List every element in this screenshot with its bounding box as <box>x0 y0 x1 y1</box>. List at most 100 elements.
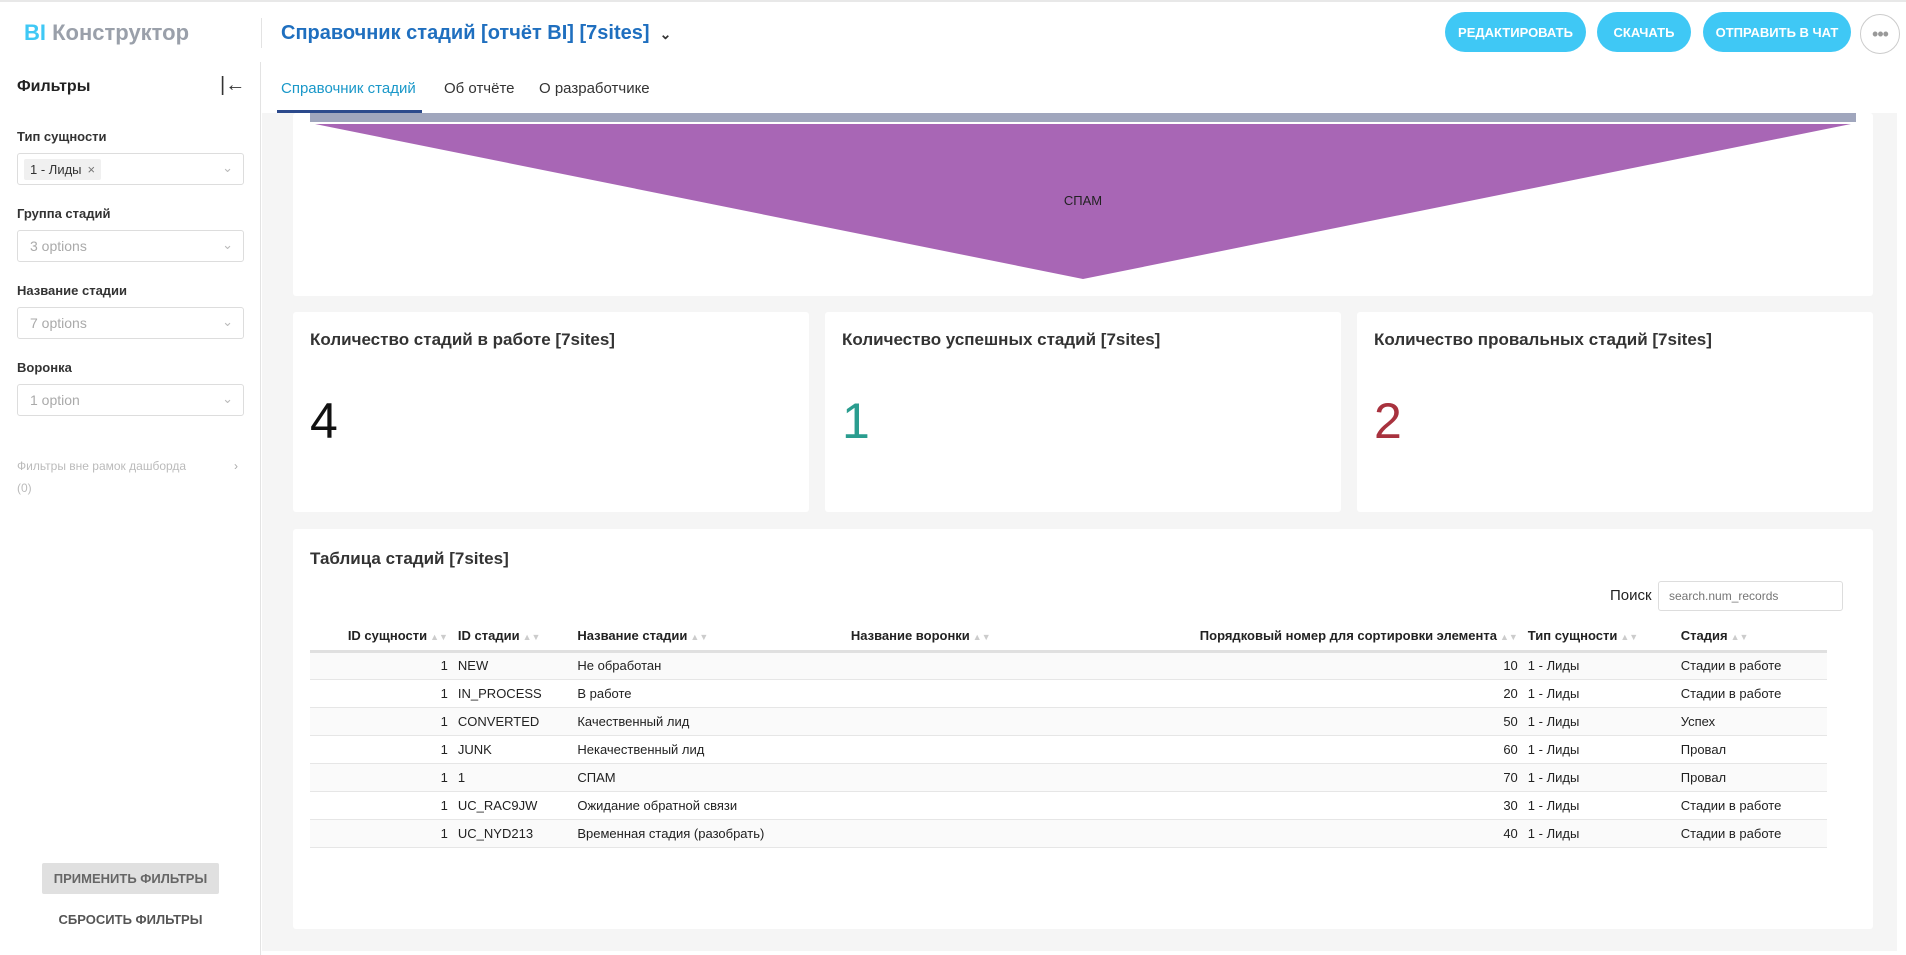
sort-icon[interactable]: ▲▼ <box>523 632 541 642</box>
reset-filters-button[interactable]: СБРОСИТЬ ФИЛЬТРЫ <box>42 912 219 927</box>
table-cell: Ожидание обратной связи <box>572 791 846 820</box>
column-header[interactable]: Порядковый номер для сортировки элемента… <box>1143 621 1523 653</box>
apply-filters-button[interactable]: ПРИМЕНИТЬ ФИЛЬТРЫ <box>42 863 219 894</box>
collapse-sidebar-icon[interactable]: |← <box>220 74 245 97</box>
table-cell: CONVERTED <box>452 707 573 736</box>
chevron-right-icon: › <box>234 459 238 473</box>
table-cell: JUNK <box>452 735 573 764</box>
sort-icon[interactable]: ▲▼ <box>1620 632 1638 642</box>
table-row: 1 UC_NYD213 Временная стадия (разобрать) 40… <box>310 819 1827 848</box>
edit-button[interactable]: РЕДАКТИРОВАТЬ <box>1445 12 1586 52</box>
table-cell: Стадии в работе <box>1675 651 1827 680</box>
divider <box>261 18 262 48</box>
kpi-title: Количество стадий в работе [7sites] <box>310 330 615 349</box>
kpi-value: 4 <box>310 393 338 449</box>
filter-label: Воронка <box>17 360 72 375</box>
chevron-down-icon: ⌄ <box>222 314 233 329</box>
sort-icon[interactable]: ▲▼ <box>1731 632 1749 642</box>
table-cell: NEW <box>452 651 573 680</box>
tab-about-report[interactable]: Об отчёте <box>444 80 515 97</box>
table-cell: 1 - Лиды <box>1522 651 1676 680</box>
more-icon[interactable]: ••• <box>1860 14 1900 54</box>
kpi-value: 1 <box>842 393 870 449</box>
table-cell: 70 <box>1143 763 1523 792</box>
table-cell <box>845 679 1144 708</box>
table-cell: Некачественный лид <box>572 735 846 764</box>
chevron-down-icon[interactable]: ⌄ <box>660 26 672 42</box>
sidebar-title: Фильтры <box>17 78 91 95</box>
sort-icon[interactable]: ▲▼ <box>430 632 448 642</box>
kpi-card-failed: Количество провальных стадий [7sites] 2 <box>1357 312 1873 512</box>
kpi-card-in-work: Количество стадий в работе [7sites] 4 <box>293 312 809 512</box>
table-cell: 1 <box>310 791 453 820</box>
filter-label: Тип сущности <box>17 129 107 144</box>
column-header[interactable]: Стадия ▲▼ <box>1675 621 1827 653</box>
table-cell: Провал <box>1675 763 1827 792</box>
search-label: Поиск <box>1610 587 1652 604</box>
table-cell: Провал <box>1675 735 1827 764</box>
tabs: Справочник стадий Об отчёте О разработчи… <box>262 62 1906 113</box>
sort-icon[interactable]: ▲▼ <box>1500 632 1518 642</box>
table-cell <box>845 791 1144 820</box>
funnel-select[interactable]: 1 option ⌄ <box>17 384 244 416</box>
funnel-chart: СПАМ <box>293 113 1873 296</box>
table-cell: 40 <box>1143 819 1523 848</box>
table-cell: Временная стадия (разобрать) <box>572 819 846 848</box>
table-cell: Качественный лид <box>572 707 846 736</box>
table-cell: Стадии в работе <box>1675 791 1827 820</box>
table-row: 1 IN_PROCESS В работе 20 1 - Лиды Стадии в ра… <box>310 679 1827 708</box>
kpi-value: 2 <box>1374 393 1402 449</box>
table-cell <box>845 763 1144 792</box>
table-cell <box>845 707 1144 736</box>
table-cell: Не обработан <box>572 651 846 680</box>
stage-group-select[interactable]: 3 options ⌄ <box>17 230 244 262</box>
table-cell: 1 - Лиды <box>1522 791 1676 820</box>
table-cell: 1 - Лиды <box>1522 819 1676 848</box>
table-cell <box>845 735 1144 764</box>
table-cell: 1 - Лиды <box>1522 679 1676 708</box>
table-cell: 20 <box>1143 679 1523 708</box>
chevron-down-icon: ⌄ <box>222 237 233 252</box>
table-cell: Стадии в работе <box>1675 679 1827 708</box>
sort-icon[interactable]: ▲▼ <box>973 632 991 642</box>
tab-about-developer[interactable]: О разработчике <box>539 80 650 97</box>
tab-stages[interactable]: Справочник стадий <box>281 80 416 97</box>
table-cell: 1 <box>310 707 453 736</box>
stage-name-select[interactable]: 7 options ⌄ <box>17 307 244 339</box>
table-cell: 1 - Лиды <box>1522 707 1676 736</box>
column-header[interactable]: Название стадии ▲▼ <box>572 621 846 653</box>
chevron-down-icon: ⌄ <box>222 391 233 406</box>
table-row: 1 UC_RAC9JW Ожидание обратной связи 30 1 - Л… <box>310 791 1827 820</box>
entity-type-select[interactable]: 1 - Лиды × ⌄ <box>17 153 244 185</box>
table-row: 1 NEW Не обработан 10 1 - Лиды Стадии в работ… <box>310 651 1827 680</box>
table-cell: UC_NYD213 <box>452 819 573 848</box>
table-row: 1 1 СПАМ 70 1 - Лиды Провал <box>310 763 1827 792</box>
filter-label: Название стадии <box>17 283 128 298</box>
filters-sidebar: Фильтры |← Тип сущности 1 - Лиды × ⌄ Групп… <box>0 62 261 955</box>
search-input[interactable] <box>1658 581 1843 611</box>
report-title[interactable]: Справочник стадий [отчёт BI] [7sites] ⌄ <box>281 22 671 45</box>
outside-filters-toggle[interactable]: Фильтры вне рамок дашборда (0) › <box>17 455 242 499</box>
column-header[interactable]: Тип сущности ▲▼ <box>1522 621 1676 653</box>
table-title: Таблица стадий [7sites] <box>310 549 509 568</box>
table-cell: IN_PROCESS <box>452 679 573 708</box>
table-row: 1 CONVERTED Качественный лид 50 1 - Лиды Успе… <box>310 707 1827 736</box>
remove-tag-icon[interactable]: × <box>88 162 96 177</box>
table-cell: 1 - Лиды <box>1522 735 1676 764</box>
sort-icon[interactable]: ▲▼ <box>690 632 708 642</box>
column-header[interactable]: Название воронки ▲▼ <box>845 621 1144 653</box>
stages-table: ID сущности ▲▼ ID стадии ▲▼ Название стадии ▲… <box>310 621 1827 848</box>
table-cell: 1 <box>310 679 453 708</box>
logo[interactable]: BI Конструктор <box>24 20 189 46</box>
scroll-gutter <box>1897 113 1906 955</box>
table-cell: 50 <box>1143 707 1523 736</box>
table-cell: 1 <box>310 763 453 792</box>
send-to-chat-button[interactable]: ОТПРАВИТЬ В ЧАТ <box>1703 12 1851 52</box>
table-cell: 1 <box>310 819 453 848</box>
table-cell: 1 - Лиды <box>1522 763 1676 792</box>
table-cell: 60 <box>1143 735 1523 764</box>
download-button[interactable]: СКАЧАТЬ <box>1597 12 1691 52</box>
column-header[interactable]: ID сущности ▲▼ <box>310 621 453 653</box>
stages-table-card: Таблица стадий [7sites] Поиск ID сущност… <box>293 529 1873 929</box>
column-header[interactable]: ID стадии ▲▼ <box>452 621 573 653</box>
